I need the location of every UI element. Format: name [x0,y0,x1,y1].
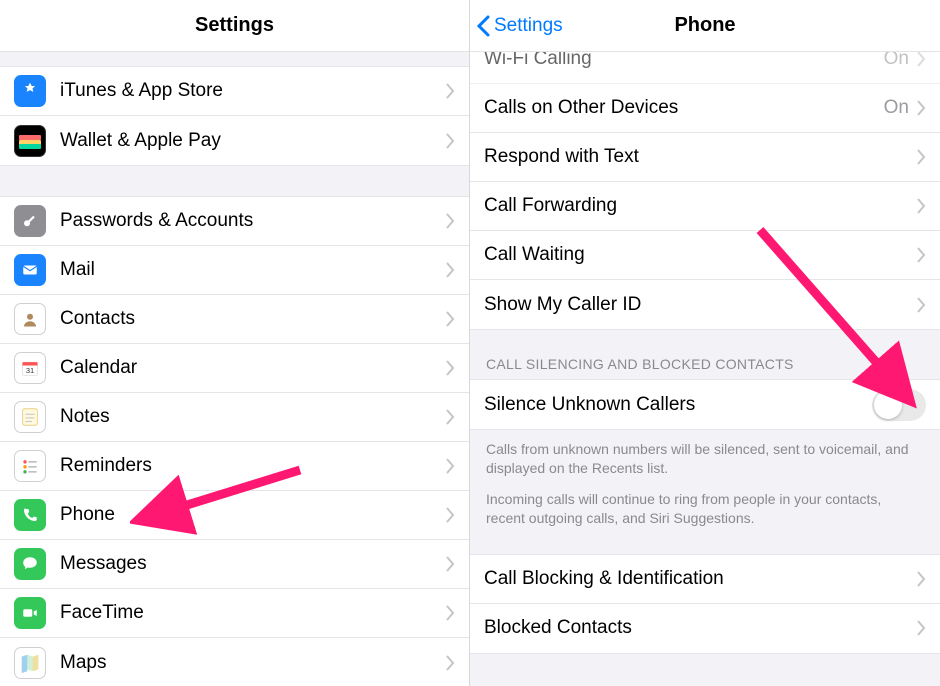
row-label: Respond with Text [484,146,917,168]
mail-icon [14,254,46,286]
row-contacts[interactable]: Contacts [0,295,469,344]
row-blocked-contacts[interactable]: Blocked Contacts [470,604,940,653]
row-call-blocking[interactable]: Call Blocking & Identification [470,555,940,604]
chevron-right-icon [446,311,455,327]
row-silence-unknown[interactable]: Silence Unknown Callers [470,380,940,429]
row-label: Mail [60,259,446,281]
row-reminders[interactable]: Reminders [0,442,469,491]
chevron-right-icon [446,262,455,278]
facetime-icon [14,597,46,629]
row-label: Calendar [60,357,446,379]
row-label: Phone [60,504,446,526]
row-label: Notes [60,406,446,428]
row-calls-other-devices[interactable]: Calls on Other Devices On [470,84,940,133]
settings-content[interactable]: iTunes & App Store Wallet & Apple Pay Pa… [0,52,469,686]
row-respond-text[interactable]: Respond with Text [470,133,940,182]
chevron-right-icon [446,458,455,474]
group-blocking: Call Blocking & Identification Blocked C… [470,554,940,654]
footer-line1: Calls from unknown numbers will be silen… [486,440,924,478]
calendar-icon: 31 [14,352,46,384]
phone-group-calls: Wi-Fi Calling On Calls on Other Devices … [470,52,940,330]
group-silencing: Silence Unknown Callers [470,379,940,430]
row-passwords[interactable]: Passwords & Accounts [0,197,469,246]
row-label: Call Waiting [484,244,917,266]
row-mail[interactable]: Mail [0,246,469,295]
chevron-right-icon [917,620,926,636]
wallet-icon [14,125,46,157]
row-label: FaceTime [60,602,446,624]
phone-content[interactable]: Wi-Fi Calling On Calls on Other Devices … [470,52,940,686]
row-label: Silence Unknown Callers [484,394,872,416]
back-label: Settings [494,15,563,37]
row-call-waiting[interactable]: Call Waiting [470,231,940,280]
phone-header: Settings Phone [470,0,940,52]
row-label: Wallet & Apple Pay [60,130,446,152]
chevron-right-icon [446,360,455,376]
chevron-right-icon [446,556,455,572]
appstore-icon [14,75,46,107]
row-messages[interactable]: Messages [0,540,469,589]
row-label: Reminders [60,455,446,477]
silence-unknown-toggle[interactable] [872,389,926,421]
phone-settings-pane: Settings Phone Wi-Fi Calling On Calls on… [470,0,940,686]
row-itunes-appstore[interactable]: iTunes & App Store [0,67,469,116]
row-value: On [884,97,909,119]
row-phone[interactable]: Phone [0,491,469,540]
key-icon [14,205,46,237]
row-label: Maps [60,652,446,674]
row-calendar[interactable]: 31 Calendar [0,344,469,393]
row-label: Contacts [60,308,446,330]
contacts-icon [14,303,46,335]
row-wifi-calling[interactable]: Wi-Fi Calling On [470,52,940,84]
row-label: Messages [60,553,446,575]
settings-group-accounts: iTunes & App Store Wallet & Apple Pay [0,66,469,166]
chevron-right-icon [446,655,455,671]
phone-icon [14,499,46,531]
settings-title: Settings [195,14,274,37]
row-label: Blocked Contacts [484,617,917,639]
row-label: Call Blocking & Identification [484,568,917,590]
chevron-right-icon [917,571,926,587]
settings-header: Settings [0,0,469,52]
row-wallet[interactable]: Wallet & Apple Pay [0,116,469,165]
back-button[interactable]: Settings [476,15,563,37]
chevron-right-icon [446,507,455,523]
row-label: Calls on Other Devices [484,97,884,119]
chevron-right-icon [917,297,926,313]
maps-icon [14,647,46,679]
row-label: Show My Caller ID [484,294,917,316]
section-header-silencing: CALL SILENCING AND BLOCKED CONTACTS [470,330,940,379]
toggle-handle [874,391,902,419]
chevron-right-icon [446,605,455,621]
phone-title: Phone [674,14,735,37]
row-value: On [884,52,909,70]
settings-group-apps: Passwords & Accounts Mail Contacts 31 Ca… [0,196,469,686]
row-facetime[interactable]: FaceTime [0,589,469,638]
settings-pane: Settings iTunes & App Store Wallet & App… [0,0,470,686]
row-call-forwarding[interactable]: Call Forwarding [470,182,940,231]
row-maps[interactable]: Maps [0,638,469,686]
chevron-right-icon [917,52,926,67]
messages-icon [14,548,46,580]
notes-icon [14,401,46,433]
chevron-right-icon [446,409,455,425]
row-show-caller-id[interactable]: Show My Caller ID [470,280,940,329]
chevron-right-icon [917,247,926,263]
svg-text:31: 31 [26,366,34,375]
section-footer-silencing: Calls from unknown numbers will be silen… [470,430,940,542]
row-label: Wi-Fi Calling [484,52,884,70]
row-label: Call Forwarding [484,195,917,217]
chevron-right-icon [446,133,455,149]
row-label: Passwords & Accounts [60,210,446,232]
chevron-right-icon [446,213,455,229]
chevron-right-icon [917,198,926,214]
footer-line2: Incoming calls will continue to ring fro… [486,490,924,528]
row-label: iTunes & App Store [60,80,446,102]
row-notes[interactable]: Notes [0,393,469,442]
chevron-right-icon [446,83,455,99]
chevron-right-icon [917,100,926,116]
chevron-right-icon [917,149,926,165]
reminders-icon [14,450,46,482]
